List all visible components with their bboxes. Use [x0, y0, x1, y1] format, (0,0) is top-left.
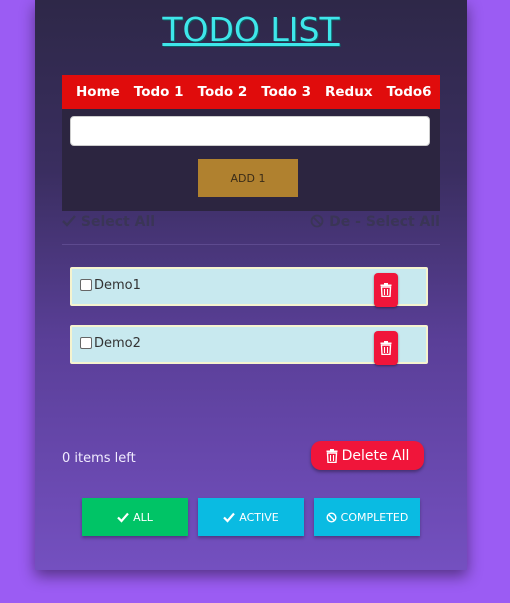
items-left-count: 0 items left	[62, 451, 136, 466]
delete-todo-button[interactable]	[374, 331, 398, 365]
todo-input[interactable]	[70, 116, 430, 146]
trash-icon	[380, 283, 392, 297]
nav-item-todo6[interactable]: Todo6	[387, 84, 432, 100]
add-button[interactable]: ADD 1	[198, 159, 298, 197]
todo-card: TODO LIST Home Todo 1 Todo 2 Todo 3 Redu…	[35, 0, 467, 570]
select-all-link[interactable]: Select All	[62, 214, 155, 230]
select-row: Select All De - Select All	[62, 214, 440, 232]
deselect-all-label: De - Select All	[329, 214, 440, 230]
delete-all-button[interactable]: Delete All	[311, 441, 424, 470]
navbar: Home Todo 1 Todo 2 Todo 3 Redux Todo6	[62, 75, 440, 109]
filter-all-label: ALL	[133, 510, 153, 524]
check-icon	[117, 512, 129, 523]
filter-completed-button[interactable]: COMPLETED	[314, 498, 420, 536]
check-icon	[62, 215, 76, 227]
todo-checkbox[interactable]	[80, 279, 92, 291]
todo-text: Demo1	[94, 278, 141, 293]
filter-active-label: ACTIVE	[239, 510, 279, 524]
nav-item-todo-3[interactable]: Todo 3	[261, 84, 311, 100]
trash-icon	[326, 448, 338, 463]
input-panel: Home Todo 1 Todo 2 Todo 3 Redux Todo6 AD…	[62, 75, 440, 211]
filter-active-button[interactable]: ACTIVE	[198, 498, 304, 536]
todo-item: Demo1	[70, 267, 428, 307]
filter-completed-label: COMPLETED	[340, 510, 409, 524]
nav-item-home[interactable]: Home	[76, 84, 120, 100]
delete-all-label: Delete All	[341, 447, 410, 464]
todo-checkbox[interactable]	[80, 337, 92, 349]
ban-icon	[310, 214, 324, 228]
select-all-label: Select All	[80, 214, 156, 230]
nav-item-todo-2[interactable]: Todo 2	[198, 84, 248, 100]
todo-item: Demo2	[70, 325, 428, 365]
todo-text: Demo2	[94, 336, 141, 351]
nav-item-todo-1[interactable]: Todo 1	[134, 84, 184, 100]
page-title: TODO LIST	[162, 10, 340, 49]
nav-item-redux[interactable]: Redux	[325, 84, 373, 100]
ban-icon	[326, 511, 337, 523]
check-icon	[223, 512, 236, 523]
trash-icon	[380, 341, 392, 355]
divider	[62, 244, 440, 245]
deselect-all-link[interactable]: De - Select All	[310, 214, 440, 230]
delete-todo-button[interactable]	[374, 273, 398, 307]
filter-all-button[interactable]: ALL	[82, 498, 188, 536]
